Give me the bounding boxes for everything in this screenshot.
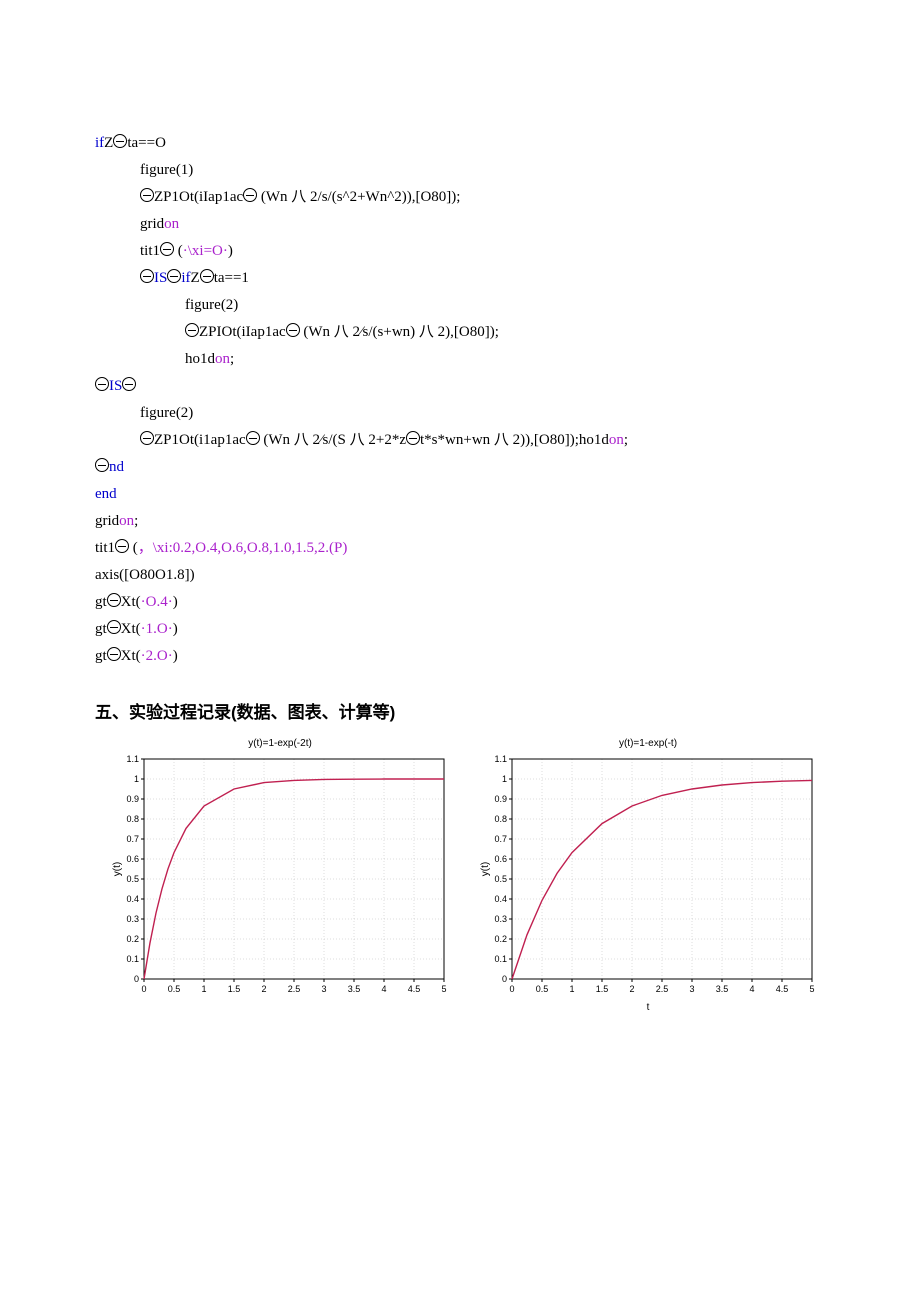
code-line: nd	[95, 454, 825, 481]
theta-icon	[167, 269, 181, 283]
svg-text:0.4: 0.4	[126, 894, 139, 904]
theta-icon	[140, 269, 154, 283]
code-line: IS	[95, 373, 825, 400]
svg-text:0.5: 0.5	[494, 874, 507, 884]
code-line: ISifZta==1	[95, 265, 825, 292]
svg-text:5: 5	[809, 984, 814, 994]
chart-plot: 0 0.5 1 1.5 2 2.5 3 3.5 4 4.5 5 0 0.1 0.2 0.3 0.4 0.5 0.6…	[478, 755, 818, 997]
svg-text:0.2: 0.2	[126, 934, 139, 944]
theta-icon	[140, 188, 154, 202]
svg-text:0.2: 0.2	[494, 934, 507, 944]
theta-icon	[246, 431, 260, 445]
svg-text:1.5: 1.5	[228, 984, 241, 994]
svg-text:4: 4	[749, 984, 754, 994]
svg-text:4: 4	[381, 984, 386, 994]
svg-text:y(t): y(t)	[480, 861, 491, 875]
svg-text:1: 1	[502, 774, 507, 784]
theta-icon	[406, 431, 420, 445]
svg-text:2.5: 2.5	[288, 984, 301, 994]
svg-text:0: 0	[134, 974, 139, 984]
code-line: figure(2)	[95, 400, 825, 427]
theta-icon	[107, 593, 121, 607]
svg-text:3.5: 3.5	[348, 984, 361, 994]
svg-text:5: 5	[441, 984, 446, 994]
section-header: 五、实验过程记录(数据、图表、计算等)	[95, 698, 825, 729]
chart-right: y(t)=1-exp(-t) 0 0.5 1 1.5 2 2.5 3 3.5 4 4.5 5 0 0.1…	[478, 735, 818, 1017]
axis-label: t	[478, 999, 818, 1017]
svg-text:0.1: 0.1	[494, 954, 507, 964]
theta-icon	[107, 647, 121, 661]
svg-text:1: 1	[569, 984, 574, 994]
document-page: ifZta==O figure(1) ZP1Ot(iIap1ac (Wn 八 2…	[0, 0, 920, 1077]
code-line: tit1 (，\xi:0.2,O.4,O.6,O.8,1.0,1.5,2.(P)	[95, 535, 825, 562]
svg-text:2: 2	[629, 984, 634, 994]
svg-text:0.7: 0.7	[494, 834, 507, 844]
code-line: ZP1Ot(iIap1ac (Wn 八 2/s/(s^2+Wn^2)),[O80…	[95, 184, 825, 211]
svg-text:0.6: 0.6	[494, 854, 507, 864]
svg-text:0.9: 0.9	[494, 794, 507, 804]
svg-text:0.5: 0.5	[168, 984, 181, 994]
svg-text:0.3: 0.3	[494, 914, 507, 924]
svg-text:0.4: 0.4	[494, 894, 507, 904]
code-line: figure(1)	[95, 157, 825, 184]
svg-text:2.5: 2.5	[656, 984, 669, 994]
svg-text:0.9: 0.9	[126, 794, 139, 804]
theta-icon	[113, 134, 127, 148]
theta-icon	[140, 431, 154, 445]
chart-plot: 0 0.5 1 1.5 2 2.5 3 3.5 4 4.5 5 0 0.1 0.2 0.3 0.4 0.5 0.6…	[110, 755, 450, 997]
code-line: gridon	[95, 211, 825, 238]
svg-text:0.5: 0.5	[126, 874, 139, 884]
svg-text:0: 0	[141, 984, 146, 994]
code-line: gtXt(·2.O·)	[95, 643, 825, 670]
theta-icon	[107, 620, 121, 634]
code-line: gtXt(·O.4·)	[95, 589, 825, 616]
svg-text:0.6: 0.6	[126, 854, 139, 864]
svg-text:1: 1	[201, 984, 206, 994]
svg-text:3.5: 3.5	[716, 984, 729, 994]
chart-title: y(t)=1-exp(-t)	[478, 735, 818, 753]
svg-text:0.7: 0.7	[126, 834, 139, 844]
svg-text:0: 0	[509, 984, 514, 994]
code-line: ZPIOt(iIap1ac (Wn 八 2⁄s/(s+wn) 八 2),[O80…	[95, 319, 825, 346]
code-line: tit1 (·\xi=O·)	[95, 238, 825, 265]
svg-text:3: 3	[689, 984, 694, 994]
svg-text:0.3: 0.3	[126, 914, 139, 924]
svg-text:0: 0	[502, 974, 507, 984]
svg-text:1.1: 1.1	[494, 755, 507, 764]
svg-text:1: 1	[134, 774, 139, 784]
code-line: figure(2)	[95, 292, 825, 319]
svg-text:0.5: 0.5	[536, 984, 549, 994]
code-line: ifZta==O	[95, 130, 825, 157]
theta-icon	[286, 323, 300, 337]
chart-left: y(t)=1-exp(-2t) 0 0.5 1 1.5 2 2.5 3 3.5 4 4.5 5 0 0.…	[110, 735, 450, 1017]
svg-text:1.5: 1.5	[596, 984, 609, 994]
theta-icon	[95, 377, 109, 391]
svg-text:2: 2	[261, 984, 266, 994]
theta-icon	[243, 188, 257, 202]
theta-icon	[122, 377, 136, 391]
svg-text:0.8: 0.8	[126, 814, 139, 824]
svg-text:0.1: 0.1	[126, 954, 139, 964]
code-line: axis([O80O1.8])	[95, 562, 825, 589]
code-line: ZP1Ot(i1ap1ac (Wn 八 2⁄s/(S 八 2+2*zt*s*wn…	[95, 427, 825, 454]
theta-icon	[200, 269, 214, 283]
code-line: gridon;	[95, 508, 825, 535]
code-line: end	[95, 481, 825, 508]
svg-text:4.5: 4.5	[776, 984, 789, 994]
svg-text:3: 3	[321, 984, 326, 994]
theta-icon	[115, 539, 129, 553]
chart-title: y(t)=1-exp(-2t)	[110, 735, 450, 753]
theta-icon	[95, 458, 109, 472]
theta-icon	[160, 242, 174, 256]
code-line: gtXt(·1.O·)	[95, 616, 825, 643]
charts-container: y(t)=1-exp(-2t) 0 0.5 1 1.5 2 2.5 3 3.5 4 4.5 5 0 0.…	[110, 735, 825, 1017]
code-line: ho1don;	[95, 346, 825, 373]
theta-icon	[185, 323, 199, 337]
svg-text:y(t): y(t)	[112, 861, 123, 875]
svg-text:4.5: 4.5	[408, 984, 421, 994]
svg-text:1.1: 1.1	[126, 755, 139, 764]
svg-text:0.8: 0.8	[494, 814, 507, 824]
keyword: if	[95, 135, 104, 151]
